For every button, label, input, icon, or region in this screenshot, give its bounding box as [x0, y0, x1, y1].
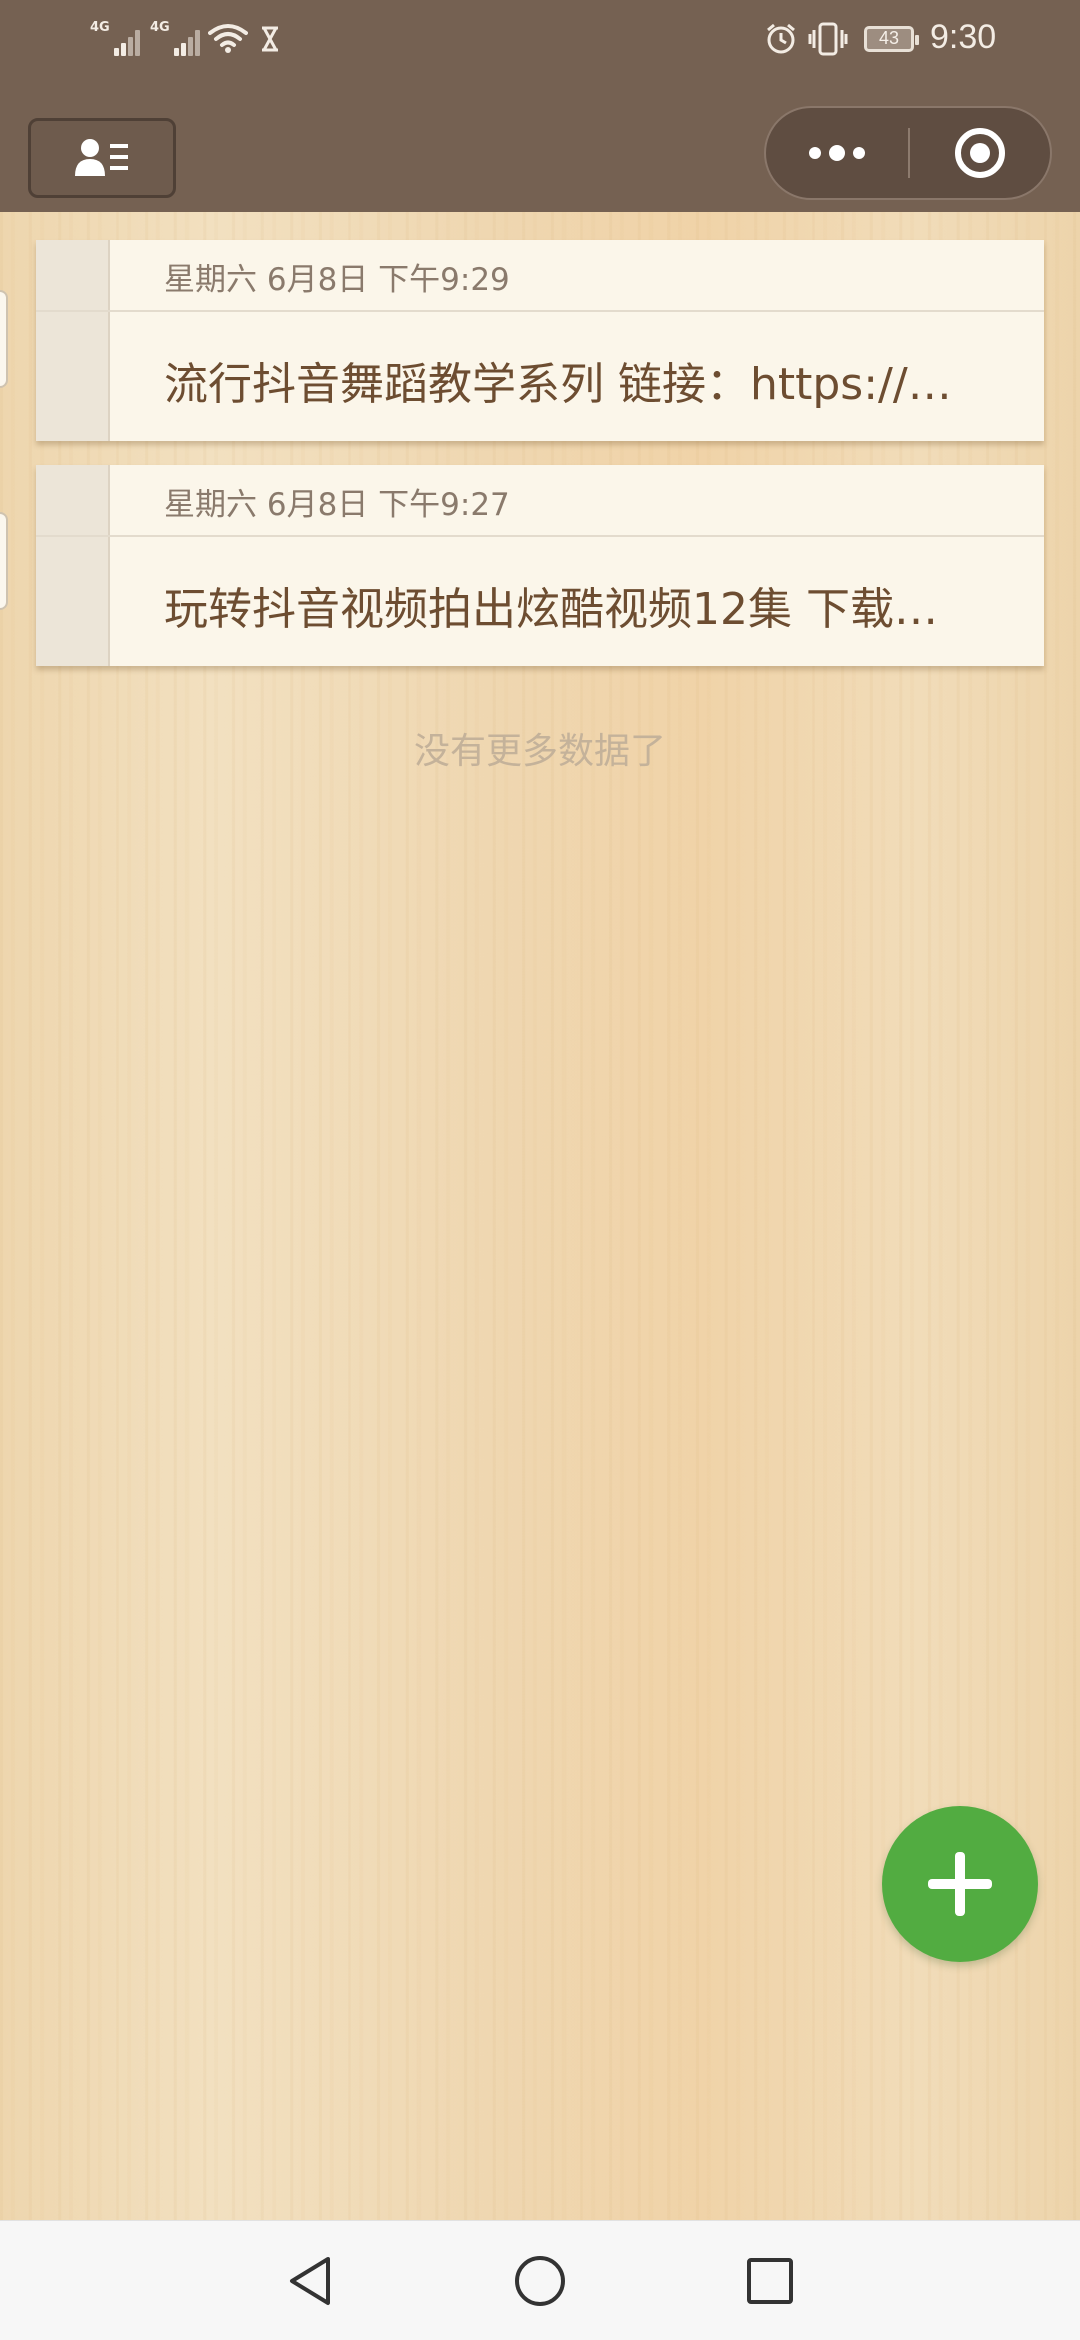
add-note-button[interactable] [882, 1806, 1038, 1962]
alarm-icon [767, 23, 795, 54]
note-strip [36, 240, 110, 441]
note-card[interactable]: 星期六 6月8日 下午9:27 玩转抖音视频拍出炫酷视频12集 下载… [36, 465, 1044, 666]
home-circle-icon[interactable] [512, 2253, 568, 2309]
battery-level: 43 [878, 28, 900, 48]
note-date: 星期六 6月8日 下午9:29 [164, 262, 510, 298]
system-nav-bar [0, 2220, 1080, 2340]
back-triangle-icon[interactable] [282, 2253, 338, 2309]
contact-card-icon [75, 139, 128, 176]
note-title: 流行抖音舞蹈教学系列 链接：https://… [164, 359, 952, 410]
recent-square-icon[interactable] [742, 2253, 798, 2309]
profile-button[interactable] [28, 118, 176, 198]
more-dots-icon [809, 145, 865, 161]
hourglass-icon [262, 26, 278, 52]
wifi-icon [208, 24, 248, 53]
status-bar: 4G 4G 43 9:30 [0, 0, 1080, 80]
list-end-message: 没有更多数据了 [413, 731, 666, 772]
note-card[interactable]: 星期六 6月8日 下午9:29 流行抖音舞蹈教学系列 链接：https://… [36, 240, 1044, 441]
note-divider [36, 535, 1044, 537]
note-date: 星期六 6月8日 下午9:27 [164, 487, 510, 523]
mini-program-capsule [764, 106, 1052, 200]
status-time: 9:30 [930, 18, 997, 56]
note-title: 玩转抖音视频拍出炫酷视频12集 下载… [164, 584, 938, 635]
header-bar: 4G 4G 43 9:30 [0, 0, 1080, 212]
more-button[interactable] [766, 108, 908, 198]
battery-icon: 43 [864, 26, 919, 52]
edge-tab[interactable] [0, 290, 8, 388]
note-divider [36, 310, 1044, 312]
vibrate-icon [808, 22, 848, 56]
plus-icon [928, 1852, 992, 1916]
target-circle-icon [955, 128, 1005, 178]
close-button[interactable] [910, 108, 1050, 198]
edge-tab[interactable] [0, 512, 8, 610]
note-strip [36, 465, 110, 666]
